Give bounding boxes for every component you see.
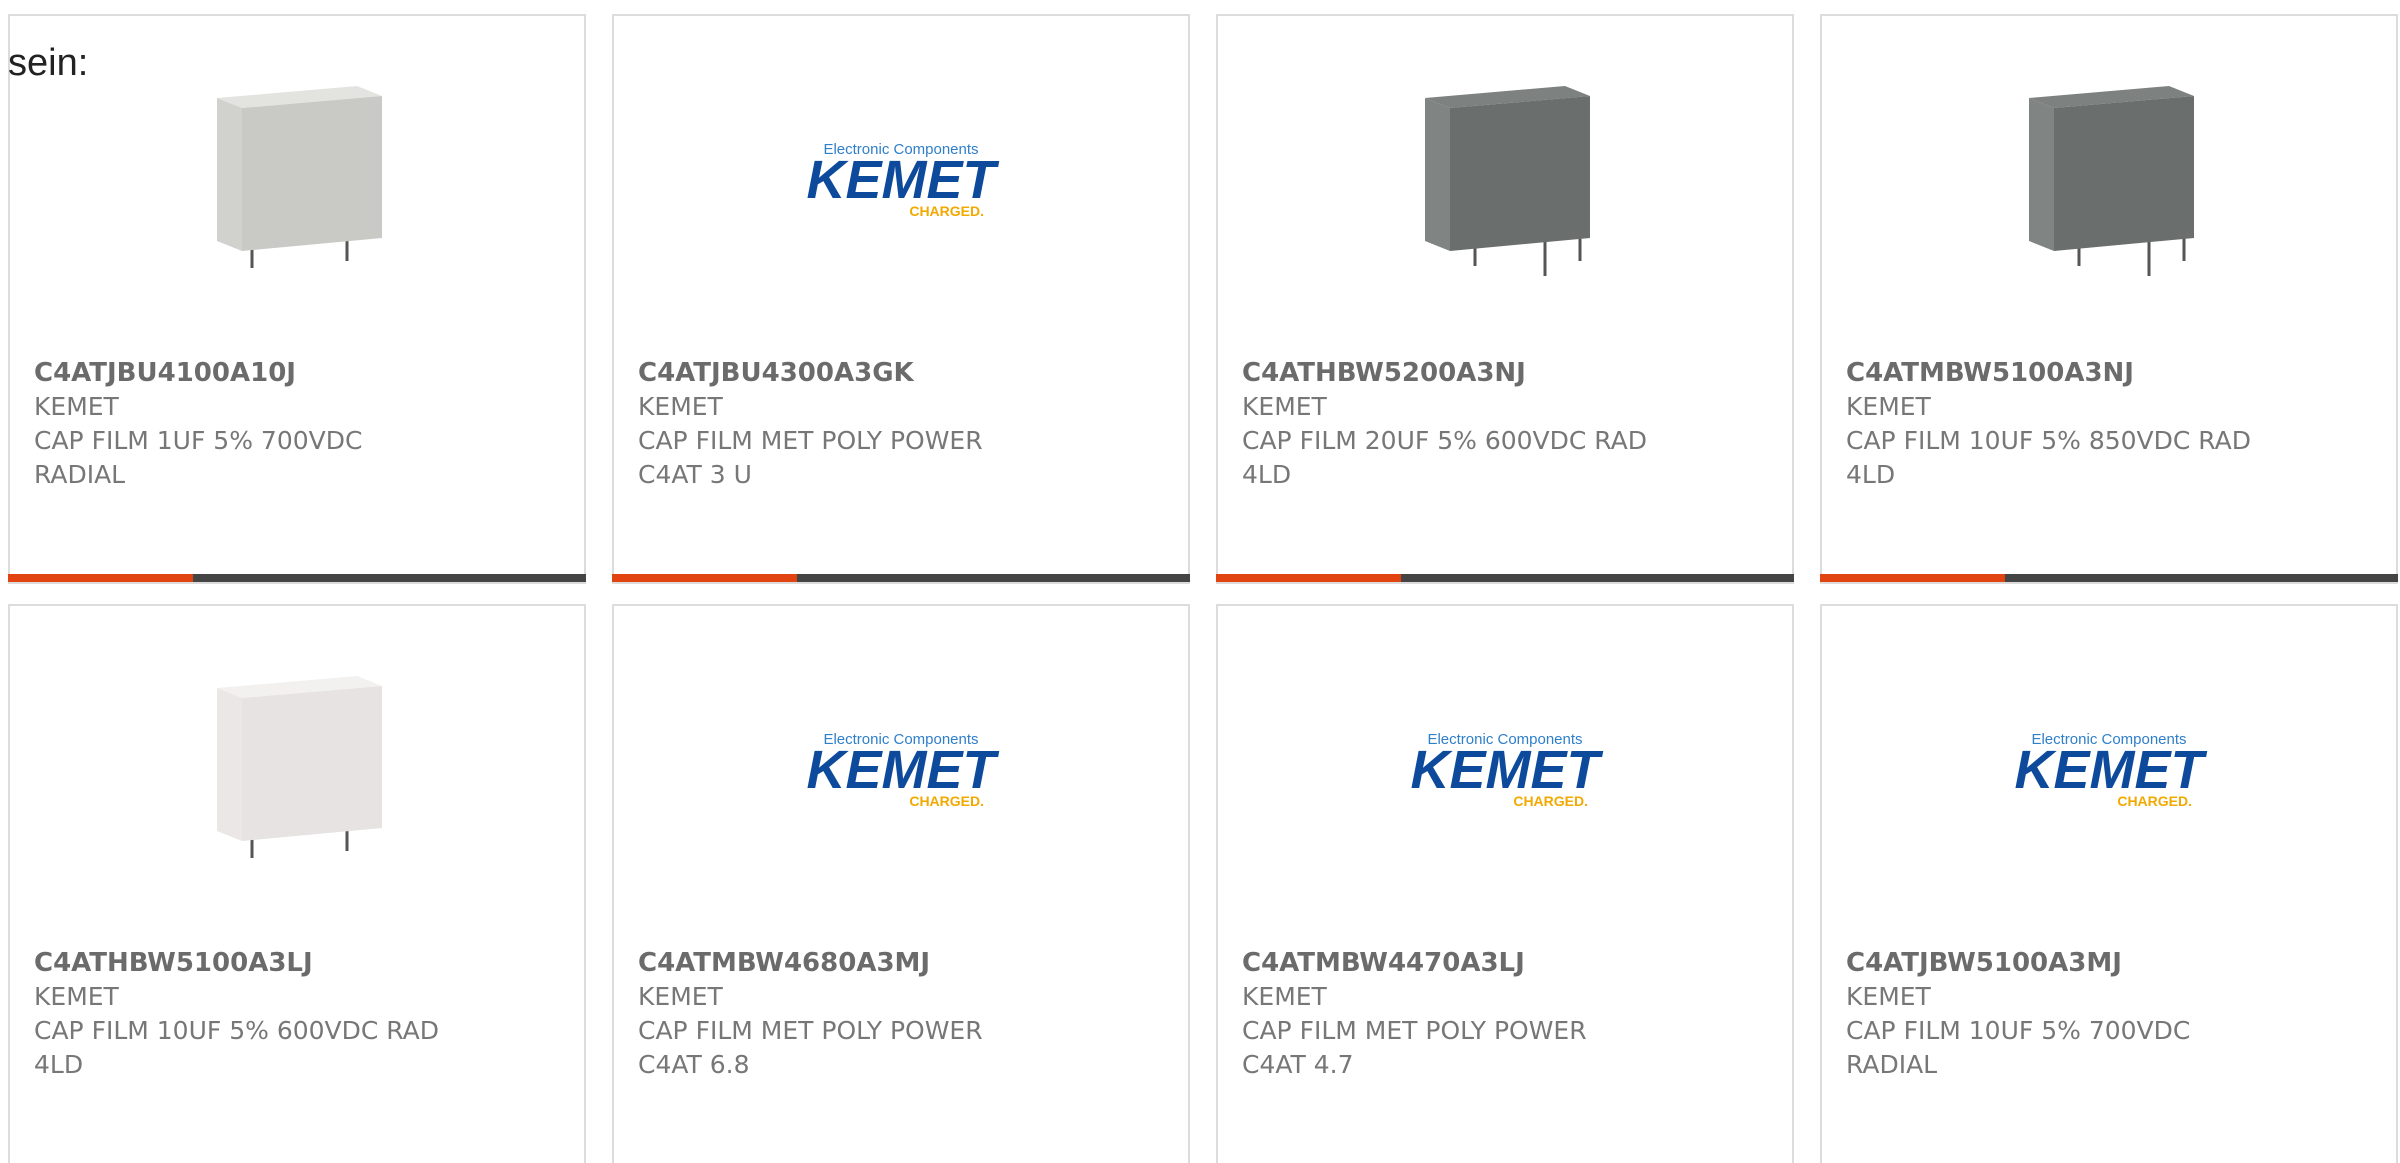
logo-brand: KEMET: [807, 150, 1000, 210]
product-description-line: 4LD: [34, 1050, 84, 1079]
product-card[interactable]: Electronic Components KEMET CHARGED. C4ATMB…: [612, 604, 1190, 1163]
product-card[interactable]: Electronic Components KEMET CHARGED. C4ATMB…: [1216, 604, 1794, 1163]
kemet-logo-icon: Electronic ComponentsKEMETCHARGED.: [807, 731, 1000, 809]
product-info: C4ATMBW4470A3LJ KEMET CAP FILM MET POLY PO…: [1242, 946, 1662, 1082]
product-description-line: CAP FILM MET POLY POWER: [638, 1016, 983, 1045]
manufacturer-name: KEMET: [1846, 392, 1931, 421]
manufacturer-name: KEMET: [1242, 392, 1327, 421]
product-description-line: CAP FILM 10UF 5% 600VDC RAD: [34, 1016, 440, 1045]
kemet-logo-icon: Electronic ComponentsKEMETCHARGED.: [807, 141, 1000, 219]
product-info: C4ATHBW5100A3LJ KEMET CAP FILM 10UF 5% 600…: [34, 946, 454, 1082]
product-image[interactable]: Electronic Components KEMET CHARGED.: [614, 16, 1188, 346]
product-grid-page: sein: C4ATJBU4100A10J KEMET CAP FILM 1UF 5…: [0, 0, 2400, 1163]
product-description-line: CAP FILM MET POLY POWER: [1242, 1016, 1587, 1045]
part-number[interactable]: C4ATJBW5100A3MJ: [1846, 946, 2266, 980]
manufacturer-name: KEMET: [34, 982, 119, 1011]
product-card[interactable]: Electronic Components KEMET CHARGED. C4ATJB…: [612, 14, 1190, 584]
card-progress-fill: [8, 574, 193, 582]
manufacturer-name: KEMET: [638, 982, 723, 1011]
part-number[interactable]: C4ATMBW4680A3MJ: [638, 946, 1058, 980]
card-progress-fill: [1216, 574, 1401, 582]
product-card[interactable]: C4ATJBU4100A10J KEMET CAP FILM 1UF 5% 700V…: [8, 14, 586, 584]
manufacturer-name: KEMET: [638, 392, 723, 421]
product-description-line: RADIAL: [34, 460, 126, 489]
product-grid: C4ATJBU4100A10J KEMET CAP FILM 1UF 5% 700V…: [8, 14, 2400, 1163]
logo-slogan: CHARGED.: [1513, 793, 1588, 809]
product-description-line: RADIAL: [1846, 1050, 1938, 1079]
product-description-line: CAP FILM MET POLY POWER: [638, 426, 983, 455]
card-progress-bar: [1216, 574, 1794, 582]
product-card[interactable]: Electronic Components KEMET CHARGED. C4ATJB…: [1820, 604, 2398, 1163]
manufacturer-name: KEMET: [1242, 982, 1327, 1011]
part-number[interactable]: C4ATHBW5200A3NJ: [1242, 356, 1662, 390]
manufacturer-name: KEMET: [1846, 982, 1931, 1011]
capacitor-icon: [197, 66, 397, 296]
capacitor-icon: [1405, 66, 1605, 296]
product-info: C4ATHBW5200A3NJ KEMET CAP FILM 20UF 5% 600…: [1242, 356, 1662, 492]
product-description-line: 4LD: [1242, 460, 1292, 489]
kemet-logo-icon: Electronic ComponentsKEMETCHARGED.: [1411, 731, 1604, 809]
product-description-line: CAP FILM 20UF 5% 600VDC RAD: [1242, 426, 1648, 455]
logo-slogan: CHARGED.: [2117, 793, 2192, 809]
product-image[interactable]: [10, 16, 584, 346]
card-progress-bar: [612, 574, 1190, 582]
logo-slogan: CHARGED.: [909, 793, 984, 809]
logo-brand: KEMET: [2015, 740, 2208, 800]
manufacturer-name: KEMET: [34, 392, 119, 421]
product-image[interactable]: Electronic Components KEMET CHARGED.: [1218, 606, 1792, 936]
kemet-logo-icon: Electronic ComponentsKEMETCHARGED.: [2015, 731, 2208, 809]
logo-slogan: CHARGED.: [909, 203, 984, 219]
capacitor-icon: [197, 656, 397, 886]
card-progress-bar: [1820, 574, 2398, 582]
product-image[interactable]: [1218, 16, 1792, 346]
product-image[interactable]: Electronic Components KEMET CHARGED.: [1822, 606, 2396, 936]
product-info: C4ATMBW5100A3NJ KEMET CAP FILM 10UF 5% 850…: [1846, 356, 2266, 492]
product-description-line: C4AT 4.7: [1242, 1050, 1354, 1079]
product-info: C4ATJBW5100A3MJ KEMET CAP FILM 10UF 5% 700…: [1846, 946, 2266, 1082]
product-card[interactable]: C4ATMBW5100A3NJ KEMET CAP FILM 10UF 5% 850…: [1820, 14, 2398, 584]
product-info: C4ATMBW4680A3MJ KEMET CAP FILM MET POLY PO…: [638, 946, 1058, 1082]
product-description-line: C4AT 3 U: [638, 460, 752, 489]
product-card[interactable]: C4ATHBW5200A3NJ KEMET CAP FILM 20UF 5% 600…: [1216, 14, 1794, 584]
intro-text: sein:: [8, 42, 89, 84]
product-description-line: CAP FILM 10UF 5% 850VDC RAD: [1846, 426, 2252, 455]
capacitor-icon: [2009, 66, 2209, 296]
card-progress-fill: [612, 574, 797, 582]
product-card[interactable]: C4ATHBW5100A3LJ KEMET CAP FILM 10UF 5% 600…: [8, 604, 586, 1163]
card-progress-bar: [8, 574, 586, 582]
product-info: C4ATJBU4300A3GK KEMET CAP FILM MET POLY PO…: [638, 356, 1058, 492]
product-image[interactable]: [10, 606, 584, 936]
logo-brand: KEMET: [807, 740, 1000, 800]
product-info: C4ATJBU4100A10J KEMET CAP FILM 1UF 5% 700V…: [34, 356, 454, 492]
product-image[interactable]: Electronic Components KEMET CHARGED.: [614, 606, 1188, 936]
product-description-line: C4AT 6.8: [638, 1050, 750, 1079]
part-number[interactable]: C4ATJBU4300A3GK: [638, 356, 1058, 390]
part-number[interactable]: C4ATMBW5100A3NJ: [1846, 356, 2266, 390]
part-number[interactable]: C4ATMBW4470A3LJ: [1242, 946, 1662, 980]
logo-brand: KEMET: [1411, 740, 1604, 800]
product-description-line: CAP FILM 1UF 5% 700VDC: [34, 426, 363, 455]
product-image[interactable]: [1822, 16, 2396, 346]
product-description-line: CAP FILM 10UF 5% 700VDC: [1846, 1016, 2191, 1045]
card-progress-fill: [1820, 574, 2005, 582]
product-description-line: 4LD: [1846, 460, 1896, 489]
part-number[interactable]: C4ATHBW5100A3LJ: [34, 946, 454, 980]
part-number[interactable]: C4ATJBU4100A10J: [34, 356, 454, 390]
